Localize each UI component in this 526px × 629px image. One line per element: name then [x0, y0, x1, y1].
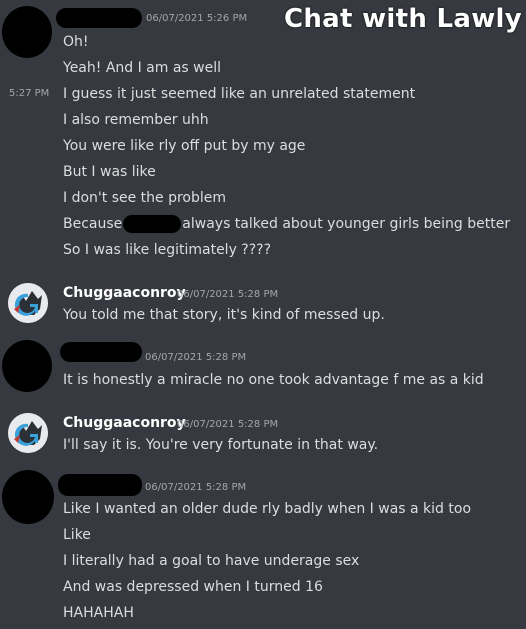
message-text: Oh! [63, 34, 89, 50]
because-suffix: always talked about younger girls being … [182, 216, 511, 232]
redacted-avatar [2, 6, 52, 58]
user-avatar[interactable] [8, 413, 48, 453]
redacted-avatar [2, 340, 52, 392]
message-text: So I was like legitimately ???? [63, 242, 272, 258]
message-timestamp: 06/07/2021 5:28 PM [177, 419, 279, 430]
message-text: But I was like [63, 164, 156, 180]
message-text: You told me that story, it's kind of mes… [63, 307, 385, 323]
message-text-because: Because always talked about younger girls… [63, 215, 510, 233]
side-timestamp: 5:27 PM [9, 88, 50, 99]
message-text: Like [63, 527, 91, 543]
message-text: I guess it just seemed like an unrelated… [63, 86, 416, 102]
username[interactable]: Chuggaaconroy [63, 415, 186, 431]
message-timestamp: 06/07/2021 5:28 PM [145, 352, 247, 363]
redacted-username [58, 474, 142, 496]
message-text: HAHAHAH [63, 605, 134, 621]
message-timestamp: 06/07/2021 5:28 PM [145, 482, 247, 493]
redacted-name [123, 215, 182, 233]
message-text: I'll say it is. You're very fortunate in… [63, 437, 379, 453]
because-prefix: Because [63, 216, 123, 232]
message-text: I don't see the problem [63, 190, 227, 206]
message-text: Yeah! And I am as well [63, 60, 222, 76]
redacted-username [60, 342, 142, 362]
message-text: You were like rly off put by my age [63, 138, 306, 154]
redacted-avatar [2, 470, 54, 524]
message-text: It is honestly a miracle no one took adv… [63, 372, 484, 388]
message-text: Like I wanted an older dude rly badly wh… [63, 501, 472, 517]
username[interactable]: Chuggaaconroy [63, 285, 186, 301]
message-text: I also remember uhh [63, 112, 209, 128]
overlay-title: Chat with Lawly [283, 4, 522, 34]
redacted-username [56, 8, 142, 28]
user-avatar[interactable] [8, 283, 48, 323]
message-timestamp: 06/07/2021 5:28 PM [177, 289, 279, 300]
message-timestamp: 06/07/2021 5:26 PM [146, 13, 248, 24]
message-text: I literally had a goal to have underage … [63, 553, 360, 569]
message-text: And was depressed when I turned 16 [63, 579, 323, 595]
